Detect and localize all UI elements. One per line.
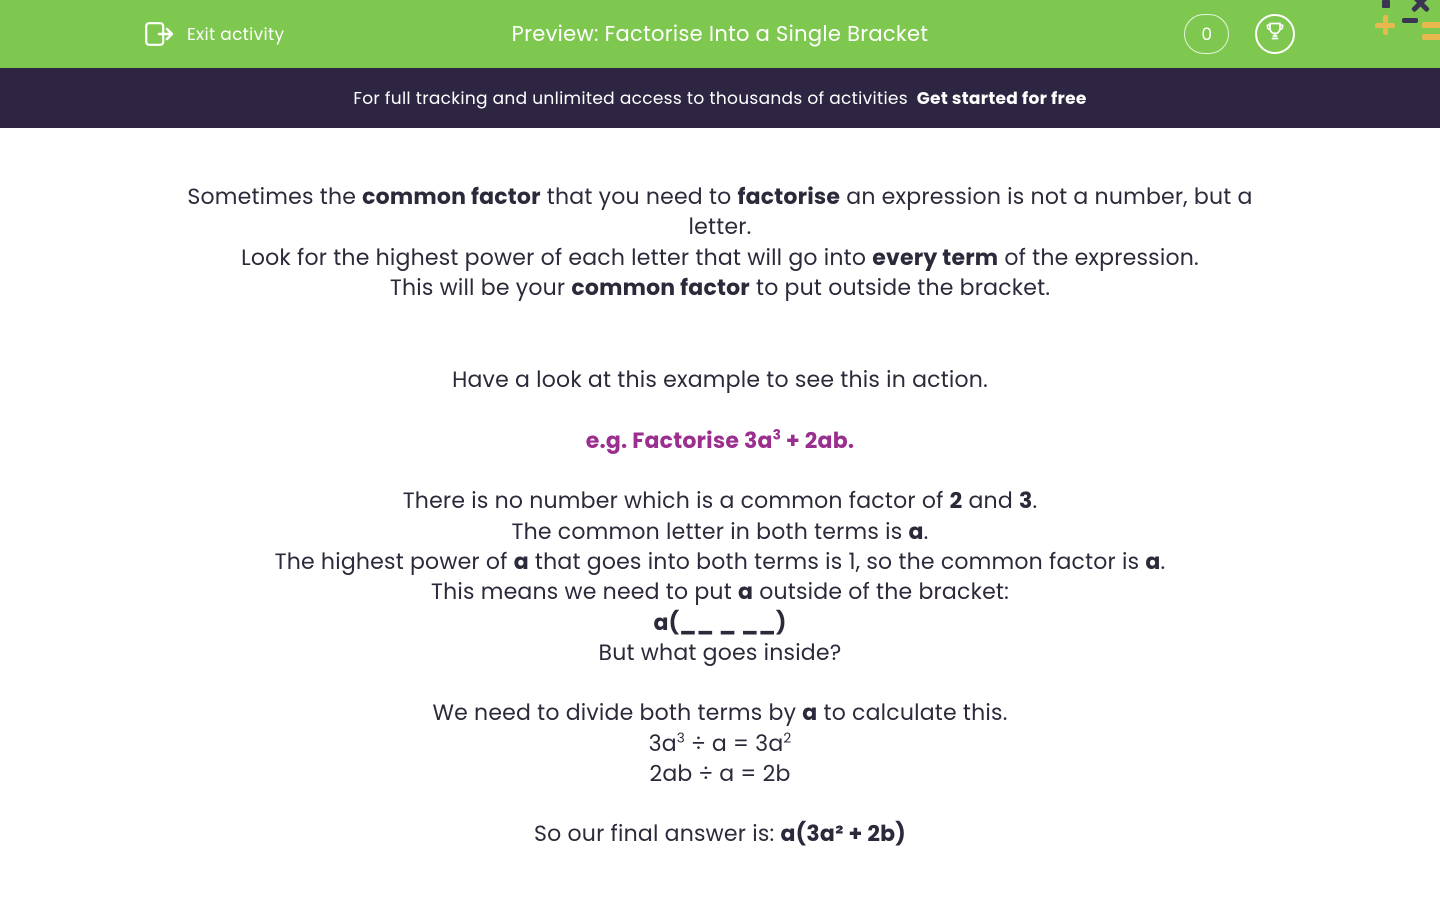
step-line-4: This means we need to put a outside of t… xyxy=(170,577,1270,607)
example-expression: e.g. Factorise 3a3 + 2ab. xyxy=(170,426,1270,456)
step-line-6: We need to divide both terms by a to cal… xyxy=(170,698,1270,728)
lesson-content: Sometimes the common factor that you nee… xyxy=(0,128,1440,850)
score-pill: 0 xyxy=(1184,14,1229,54)
example-intro: Have a look at this example to see this … xyxy=(170,365,1270,395)
intro-line-1: Sometimes the common factor that you nee… xyxy=(170,182,1270,243)
step-line-1: There is no number which is a common fac… xyxy=(170,486,1270,516)
step-line-5: But what goes inside? xyxy=(170,638,1270,668)
header-right-group: 0 xyxy=(1184,14,1295,54)
promo-text: For full tracking and unlimited access t… xyxy=(353,85,908,111)
step-line-2: The common letter in both terms is a. xyxy=(170,517,1270,547)
promo-banner: For full tracking and unlimited access t… xyxy=(0,68,1440,128)
final-answer: So our final answer is: a(3a² + 2b) xyxy=(170,819,1270,849)
page-title: Preview: Factorise Into a Single Bracket xyxy=(512,19,929,50)
division-1: 3a3 ÷ a = 3a2 xyxy=(170,729,1270,759)
intro-line-2: Look for the highest power of each lette… xyxy=(170,243,1270,273)
trophy-icon xyxy=(1265,21,1285,48)
bracket-template: a(__ _ __) xyxy=(170,608,1270,638)
division-2: 2ab ÷ a = 2b xyxy=(170,759,1270,789)
score-value: 0 xyxy=(1201,21,1212,47)
app-header: Exit activity Preview: Factorise Into a … xyxy=(0,0,1440,68)
promo-cta-link[interactable]: Get started for free xyxy=(917,85,1087,111)
exit-icon xyxy=(145,22,173,46)
intro-line-3: This will be your common factor to put o… xyxy=(170,273,1270,303)
trophy-button[interactable] xyxy=(1255,14,1295,54)
step-line-3: The highest power of a that goes into bo… xyxy=(170,547,1270,577)
exit-activity-label: Exit activity xyxy=(187,21,284,47)
exit-activity-button[interactable]: Exit activity xyxy=(145,21,284,47)
decorative-shapes xyxy=(1374,0,1440,54)
